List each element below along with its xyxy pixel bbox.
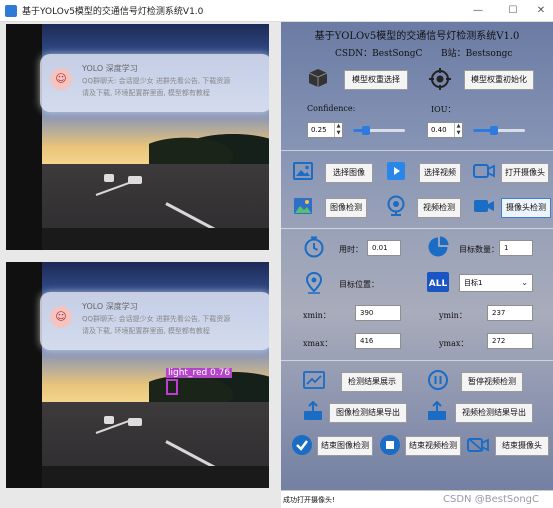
open-camera-button[interactable]: 打开摄像头	[501, 163, 549, 183]
show-results-button[interactable]: 检测结果展示	[341, 372, 403, 392]
camcorder-icon	[474, 200, 494, 212]
divider	[281, 360, 553, 361]
notification-popup: ☺ YOLO 深度学习 QQ群聊天: 会话提少女 进群先看公告, 下载资源 请及…	[40, 292, 269, 350]
spin-arrows-icon[interactable]: ▲ ▼	[334, 123, 342, 137]
landscape-icon	[294, 198, 312, 214]
pause-icon	[428, 370, 448, 390]
detection-video-view: ☺ YOLO 深度学习 QQ群聊天: 会话提少女 进群先看公告, 下载资源 请及…	[6, 262, 269, 488]
avatar: ☺	[50, 306, 72, 328]
car	[128, 418, 142, 426]
xmin-label: xmin：	[303, 311, 331, 320]
confidence-label: Confidence:	[307, 104, 356, 113]
image-icon	[293, 162, 313, 180]
close-icon[interactable]: ✕	[533, 3, 549, 19]
panel-title: 基于YOLOv5模型的交通信号灯检测系统V1.0	[314, 31, 520, 42]
iou-slider[interactable]	[473, 126, 525, 135]
pause-video-button[interactable]: 暂停视频检测	[461, 372, 523, 392]
chevron-down-icon: ⌄	[521, 278, 528, 287]
app-icon	[5, 5, 17, 17]
line-chart-icon	[303, 371, 325, 389]
iou-spinbox[interactable]: 0.40 ▲ ▼	[427, 122, 463, 138]
detect-image-button[interactable]: 图像检测	[325, 198, 367, 218]
camera-outline-icon	[473, 164, 495, 178]
model-select-button[interactable]: 模型权重选择	[344, 70, 408, 90]
slider-handle[interactable]	[362, 126, 370, 135]
confidence-spinbox[interactable]: 0.25 ▲ ▼	[307, 122, 343, 138]
window-title: 基于YOLOv5模型的交通信号灯检测系统V1.0	[22, 7, 204, 17]
car	[104, 416, 114, 424]
export-image-button[interactable]: 图像检测结果导出	[329, 403, 407, 423]
minimize-icon[interactable]: —	[470, 3, 486, 19]
car	[104, 174, 114, 182]
maximize-icon[interactable]: ☐	[505, 3, 521, 19]
bili-credit: B站：Bestsongc	[441, 49, 513, 59]
watermark: CSDN @BestSongC	[443, 494, 539, 505]
iou-label: IOU：	[431, 105, 456, 114]
control-panel: 基于YOLOv5模型的交通信号灯检测系统V1.0 CSDN：BestSongC …	[281, 22, 553, 508]
window-titlebar: 基于YOLOv5模型的交通信号灯检测系统V1.0 — ☐ ✕	[0, 0, 553, 22]
xmin-field[interactable]: 390	[355, 305, 401, 321]
count-label: 目标数量：	[459, 245, 499, 254]
ymin-field[interactable]: 237	[487, 305, 533, 321]
cube-icon	[308, 69, 328, 87]
select-image-button[interactable]: 选择图像	[325, 163, 373, 183]
pie-chart-icon	[428, 236, 449, 257]
ymax-field[interactable]: 272	[487, 333, 533, 349]
end-video-button[interactable]: 结束视频检测	[405, 436, 461, 456]
all-icon: ALL	[427, 272, 449, 292]
detect-camera-button[interactable]: 摄像头检测	[501, 198, 551, 218]
webcam-icon	[387, 195, 405, 216]
end-camera-button[interactable]: 结束摄像头	[495, 436, 549, 456]
export-video-icon	[428, 401, 446, 420]
check-circle-icon	[292, 435, 312, 455]
confidence-slider[interactable]	[353, 126, 405, 135]
position-label: 目标位置：	[339, 280, 379, 289]
stop-circle-icon	[380, 435, 400, 455]
divider	[281, 228, 553, 229]
select-video-button[interactable]: 选择视频	[419, 163, 461, 183]
camera-off-icon	[467, 438, 489, 452]
export-image-icon	[304, 401, 322, 420]
clock-icon	[304, 236, 324, 258]
location-pin-icon	[305, 272, 323, 294]
svg-text:ALL: ALL	[429, 279, 448, 289]
car	[128, 176, 142, 184]
xmax-label: xmax：	[303, 339, 333, 348]
export-video-button[interactable]: 视频检测结果导出	[455, 403, 533, 423]
end-image-button[interactable]: 结束图像检测	[317, 436, 373, 456]
target-select[interactable]: 目标1 ⌄	[459, 274, 533, 292]
detection-box	[166, 379, 178, 395]
count-field[interactable]: 1	[499, 240, 533, 256]
time-field[interactable]: 0.01	[367, 240, 401, 256]
detect-video-button[interactable]: 视频检测	[417, 198, 461, 218]
xmax-field[interactable]: 416	[355, 333, 401, 349]
avatar: ☺	[50, 68, 72, 90]
target-icon	[429, 68, 451, 90]
ymin-label: ymin：	[439, 311, 467, 320]
spin-arrows-icon[interactable]: ▲ ▼	[454, 123, 462, 137]
csdn-credit: CSDN：BestSongC	[335, 49, 423, 59]
time-label: 用时：	[339, 245, 363, 254]
detection-label: light_red 0.76	[166, 368, 233, 378]
notification-popup: ☺ YOLO 深度学习 QQ群聊天: 会话提少女 进群先看公告, 下载资源 请及…	[40, 54, 269, 112]
status-bar: 成功打开摄像头! CSDN @BestSongC	[281, 490, 553, 508]
status-message: 成功打开摄像头!	[283, 496, 335, 504]
model-init-button[interactable]: 模型权重初始化	[464, 70, 534, 90]
source-video-view: ☺ YOLO 深度学习 QQ群聊天: 会话提少女 进群先看公告, 下载资源 请及…	[6, 24, 269, 250]
divider	[281, 150, 553, 151]
slider-handle[interactable]	[489, 126, 498, 135]
ymax-label: ymax：	[439, 339, 469, 348]
video-file-icon	[387, 162, 405, 180]
